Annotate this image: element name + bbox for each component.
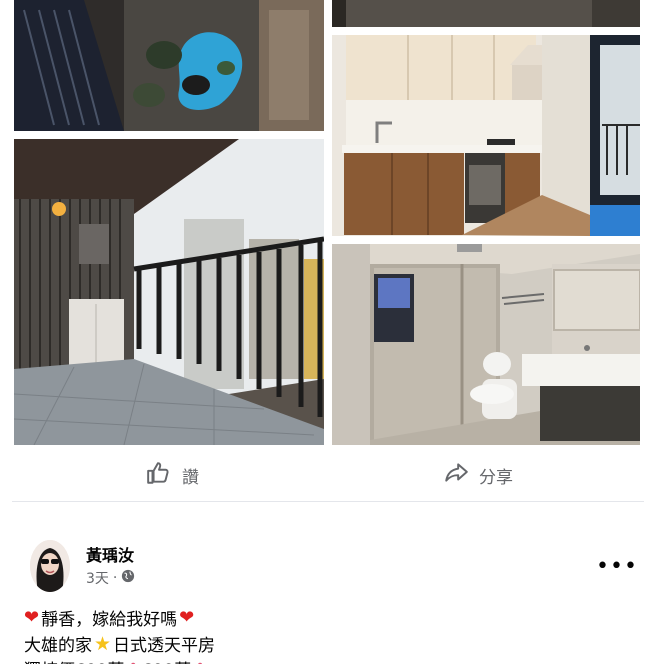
post-photo-grid (0, 0, 656, 448)
blossom-emoji-icon: ✿ (193, 659, 206, 664)
photo-kitchen[interactable] (332, 35, 640, 236)
share-button[interactable]: 分享 (443, 456, 513, 494)
heart-emoji-icon: ❤ (179, 607, 195, 628)
like-label: 讚 (182, 467, 199, 488)
share-arrow-icon (443, 460, 469, 491)
post-meta: 3天 · (86, 568, 135, 588)
post-time[interactable]: 3天 (86, 568, 109, 588)
photo-bathroom[interactable] (332, 244, 640, 445)
more-options-button[interactable]: ••• (596, 554, 638, 579)
thumbs-up-icon (146, 460, 172, 491)
bathroom-illustration (332, 244, 640, 445)
partial-photo-illustration (332, 0, 640, 27)
star-emoji-icon: ★ (94, 632, 112, 655)
photo-balcony[interactable] (14, 139, 324, 445)
balcony-illustration (14, 139, 324, 445)
post-text-line-2: 大雄的家 ★ 日式透天平房 (24, 631, 216, 657)
post-line2-part1: 大雄的家 (24, 636, 92, 656)
globe-icon[interactable] (121, 569, 135, 587)
post-text-line-3: 獨棟價699萬 ✿ 699萬 ✿ (24, 656, 207, 664)
post-card: 黃瑀汝 3天 · ••• ❤ 靜香，嫁給我好嗎 ❤ 大雄的家 ★ 日式透天平房 … (0, 502, 656, 664)
post-text-line-1: ❤ 靜香，嫁給我好嗎 ❤ (24, 605, 194, 630)
author-name[interactable]: 黃瑀汝 (86, 542, 134, 566)
avatar[interactable] (30, 540, 70, 592)
heart-emoji-icon: ❤ (24, 607, 40, 628)
pool-illustration (14, 0, 324, 131)
kitchen-illustration (332, 35, 640, 236)
post-actions-bar: 讚 分享 (0, 448, 656, 502)
avatar-portrait-icon (30, 540, 70, 592)
photo-partial-top[interactable] (332, 0, 640, 27)
blossom-emoji-icon: ✿ (126, 659, 139, 664)
share-label: 分享 (479, 467, 513, 488)
like-button[interactable]: 讚 (146, 456, 199, 494)
photo-pool-aerial[interactable] (14, 0, 324, 131)
post-line3-part2: 699萬 (142, 656, 191, 664)
post-line2-part2: 日式透天平房 (113, 636, 216, 656)
meta-separator: · (112, 570, 118, 586)
post-line3-part1: 獨棟價699萬 (24, 656, 124, 664)
post-line1-text: 靜香，嫁給我好嗎 (41, 610, 178, 630)
